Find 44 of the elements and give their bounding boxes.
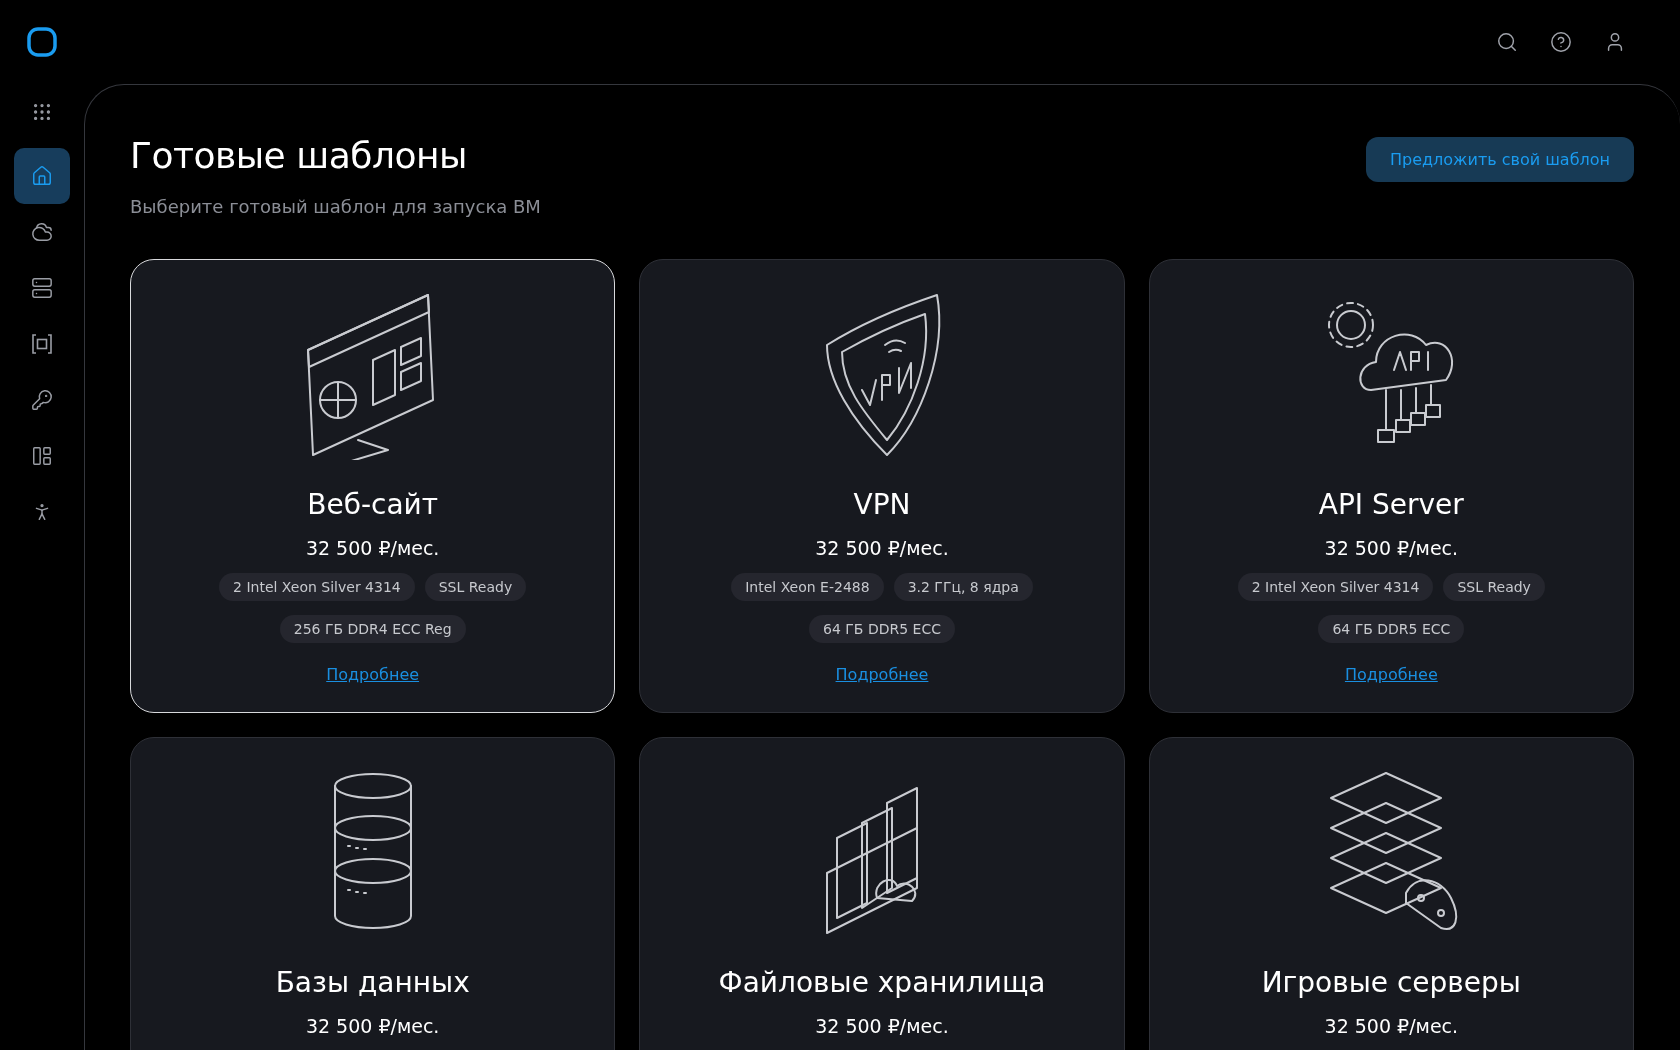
key-icon (31, 389, 53, 411)
card-price: 32 500 ₽/мес. (815, 537, 949, 559)
sidebar-item[interactable] (14, 148, 70, 204)
spec-tag: 256 ГБ DDR4 ECC Reg (279, 615, 466, 643)
card-title: API Server (1318, 488, 1464, 521)
card-price: 32 500 ₽/мес. (815, 1015, 949, 1037)
card-price: 32 500 ₽/мес. (1324, 1015, 1459, 1037)
home-icon (31, 165, 53, 187)
template-card[interactable]: Файловые хранилища 32 500 ₽/мес. (639, 737, 1125, 1050)
cloud-icon (31, 221, 53, 243)
spec-tag: 3.2 ГГц, 8 ядра (893, 573, 1033, 601)
card-title: Файловые хранилища (718, 966, 1046, 999)
card-price: 32 500 ₽/мес. (305, 1015, 440, 1037)
details-link[interactable]: Подробнее (1344, 665, 1438, 684)
spec-tag: 64 ГБ DDR5 ECC (809, 615, 955, 643)
card-title: VPN (853, 488, 911, 521)
server-icon (31, 277, 53, 299)
bracket-square-icon (31, 333, 53, 355)
suggest-template-button[interactable]: Предложить свой шаблон (1365, 137, 1634, 182)
page-subtitle: Выберите готовый шаблон для запуска ВМ (130, 196, 541, 217)
apps-grid-icon (31, 101, 53, 123)
template-card[interactable]: API Server 32 500 ₽/мес. 2 Intel Xeon Silver 4314 SSL Ready 64 ГБ DDR5 ECC Подробнее (1148, 259, 1634, 713)
spec-tag: Intel Xeon E-2488 (731, 573, 884, 601)
card-price: 32 500 ₽/мес. (1324, 537, 1459, 559)
search-button[interactable] (1496, 31, 1518, 53)
logo-icon[interactable] (26, 26, 58, 58)
spec-tag: 2 Intel Xeon Silver 4314 (219, 573, 415, 601)
card-title: Базы данных (275, 966, 470, 999)
page-title: Готовые шаблоны (130, 135, 468, 176)
spec-tag: SSL Ready (1443, 573, 1545, 601)
details-link[interactable]: Подробнее (835, 665, 929, 684)
card-price: 32 500 ₽/мес. (305, 537, 440, 559)
details-link[interactable]: Подробнее (326, 665, 420, 684)
card-title: Веб-сайт (307, 488, 439, 521)
spec-tag: SSL Ready (424, 573, 527, 601)
layout-icon (31, 445, 53, 467)
template-card[interactable]: Игровые серверы 32 500 ₽/мес. (1148, 737, 1634, 1050)
template-card[interactable]: VPN 32 500 ₽/мес. Intel Xeon E-2488 3.2 ГГц, 8 ядра 64 ГБ DDR5 ECC Подробнее (639, 259, 1125, 713)
card-title: Игровые серверы (1261, 966, 1521, 999)
spec-tag: 64 ГБ DDR5 ECC (1318, 615, 1465, 643)
spec-tag: 2 Intel Xeon Silver 4314 (1237, 573, 1434, 601)
template-card[interactable]: Веб-сайт 32 500 ₽/мес. 2 Intel Xeon Silver 4314 SSL Ready 256 ГБ DDR4 ECC Reg Подробнее (130, 259, 616, 713)
help-button[interactable] (1550, 31, 1572, 53)
template-card[interactable]: Базы данных 32 500 ₽/мес. (130, 737, 616, 1050)
